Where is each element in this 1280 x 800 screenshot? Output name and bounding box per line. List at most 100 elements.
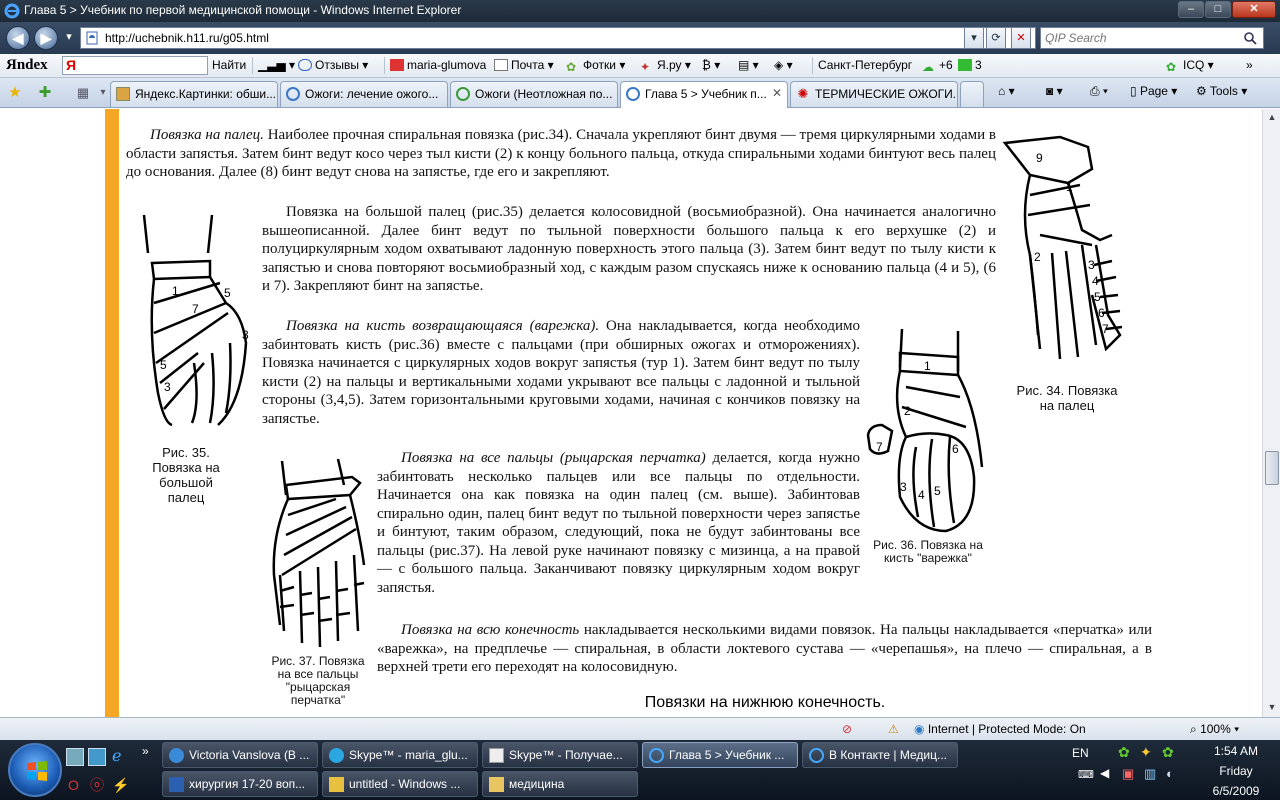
scroll-thumb[interactable] (1265, 451, 1279, 485)
icq-button[interactable]: ✿ ICQ ▾ (1166, 58, 1214, 74)
favorites-star-icon[interactable]: ★ (4, 83, 26, 103)
yandex-logo[interactable]: Яndex (6, 57, 48, 74)
reviews-button[interactable]: Отзывы ▾ (298, 58, 368, 72)
tray-network-icon[interactable]: ▣ (1122, 766, 1134, 782)
mail-button[interactable]: Почта ▾ (494, 58, 554, 72)
refresh-icon[interactable]: ⟳ (986, 27, 1006, 49)
print-icon[interactable]: ⎙ ▾ (1090, 84, 1108, 99)
traffic-button[interactable]: 3 (958, 58, 982, 72)
page-menu[interactable]: ▯ Page ▾ (1130, 84, 1177, 98)
browser-icon[interactable]: ⓞ (90, 776, 108, 794)
scroll-down-icon[interactable]: ▼ (1265, 699, 1279, 715)
switch-windows-icon[interactable] (88, 748, 106, 766)
user-button[interactable]: maria-glumova (390, 58, 486, 72)
tab-yandex-images[interactable]: Яндекс.Картинки: обши... (110, 81, 278, 107)
tab-close-icon[interactable]: ✕ (772, 86, 782, 100)
paragraph-heading: Повязка на палец. (150, 127, 264, 143)
address-bar[interactable]: http://uchebnik.h11.ru/g05.html (80, 27, 1036, 49)
windows-flag-icon (27, 761, 47, 781)
weather-button[interactable]: ☁ +6 (922, 58, 953, 74)
qip-tray-icon[interactable]: ✿ (1118, 744, 1130, 761)
address-row: ◀ ▶ ▾ http://uchebnik.h11.ru/g05.html ▾ … (0, 22, 1280, 54)
privacy-icon[interactable]: ⊘ (842, 722, 852, 736)
close-button[interactable]: ✕ (1232, 1, 1276, 18)
language-indicator[interactable]: EN (1072, 746, 1089, 760)
figure-label: 7 (192, 302, 199, 316)
tray-bluetooth-icon[interactable]: ▥ (1144, 766, 1156, 782)
yandex-search-input[interactable]: Я (62, 56, 208, 75)
show-desktop-icon[interactable] (66, 748, 84, 766)
maximize-button[interactable]: □ (1205, 1, 1231, 18)
tools-menu[interactable]: ⚙ Tools ▾ (1196, 84, 1247, 98)
history-dropdown-icon[interactable]: ▾ (62, 27, 76, 49)
app-icon[interactable]: ⚡ (112, 776, 130, 794)
figure-label: 7 (876, 440, 883, 454)
coin-icon[interactable]: ₿ ▾ (702, 58, 720, 72)
bookmark-icon[interactable]: ◈ ▾ (774, 58, 793, 72)
quicklaunch-more-icon[interactable]: » (142, 744, 160, 762)
search-icon[interactable] (1243, 31, 1257, 45)
minimize-button[interactable]: – (1178, 1, 1204, 18)
toolbar-options-icon[interactable]: » (1246, 58, 1253, 72)
icq-tray-icon[interactable]: ✿ (1162, 744, 1174, 761)
home-icon[interactable]: ⌂ ▾ (998, 84, 1015, 98)
quick-tabs-icon[interactable]: ▦ (72, 83, 94, 103)
volume-icon[interactable]: ◐ (1166, 766, 1174, 781)
protected-mode-icon[interactable]: ⚠ (888, 722, 899, 736)
back-button[interactable]: ◀ (6, 26, 30, 50)
tab-chapter-5[interactable]: Глава 5 > Учебник п... ✕ (620, 81, 788, 108)
tray-app-icon[interactable]: ✦ (1140, 744, 1152, 761)
yandex-find-button[interactable]: Найти (212, 58, 246, 72)
stop-icon[interactable]: ✕ (1011, 27, 1031, 49)
mail-label: Почта (511, 58, 545, 72)
tray-keyboard-icon[interactable]: ⌨ (1078, 768, 1094, 781)
figure-label: 3 (1088, 258, 1095, 272)
task-skype-2[interactable]: Skype™ - Получае... (482, 742, 638, 768)
tab-burns-emergency[interactable]: Ожоги (Неотложная по... (450, 81, 618, 107)
yaru-button[interactable]: ✦ Я.ру ▾ (640, 58, 691, 74)
start-button[interactable] (8, 743, 62, 797)
section-subtitle: Повязки на нижнюю конечность. (644, 694, 886, 711)
photos-label: Фотки (583, 58, 616, 72)
briefcase-icon[interactable]: ▤ ▾ (738, 58, 759, 72)
task-victoria[interactable]: Victoria Vanslova (В ... (162, 742, 318, 768)
clock[interactable]: 1:54 AM Friday 6/5/2009 (1196, 741, 1276, 800)
tray-expand-icon[interactable]: ◀ (1100, 766, 1109, 780)
tools-menu-label: Tools (1209, 84, 1238, 98)
tab-thermal-burns[interactable]: ✺ ТЕРМИЧЕСКИЕ ОЖОГИ... (790, 81, 958, 107)
city-label[interactable]: Санкт-Петербург (818, 58, 912, 72)
paragraph-finger-bandage: Повязка на палец. Наиболее прочная спира… (126, 126, 996, 182)
ie-quicklaunch-icon[interactable]: ℯ (112, 748, 130, 766)
task-surgery-doc[interactable]: хирургия 17-20 воп... (162, 771, 318, 797)
signal-icon[interactable]: ▁▃▅ ▾ (258, 58, 295, 72)
vertical-scrollbar[interactable]: ▲ ▼ (1262, 109, 1280, 717)
address-dropdown-icon[interactable]: ▾ (964, 27, 984, 49)
task-chapter-5[interactable]: Глава 5 > Учебник ... (642, 742, 798, 768)
scroll-up-icon[interactable]: ▲ (1265, 109, 1279, 125)
zoom-icon: ⌕ (1190, 722, 1197, 736)
weather-icon: ☁ (922, 60, 934, 74)
person-icon: ✦ (640, 60, 651, 74)
task-untitled[interactable]: untitled - Windows ... (322, 771, 478, 797)
new-tab-button[interactable] (960, 81, 984, 107)
photos-button[interactable]: ✿ Фотки ▾ (566, 58, 625, 74)
forward-button[interactable]: ▶ (34, 26, 58, 50)
task-vkontakte[interactable]: В Контакте | Медиц... (802, 742, 958, 768)
tab-label: Яндекс.Картинки: обши... (135, 87, 277, 101)
security-zone[interactable]: ◉ Internet | Protected Mode: On (914, 722, 1086, 736)
address-url[interactable]: http://uchebnik.h11.ru/g05.html (105, 31, 269, 45)
add-favorites-icon[interactable]: ✚ (34, 83, 56, 103)
user-label: maria-glumova (407, 58, 487, 72)
zoom-control[interactable]: ⌕ 100% ▾ (1190, 722, 1239, 737)
task-medicine-folder[interactable]: медицина (482, 771, 638, 797)
task-skype-1[interactable]: Skype™ - maria_glu... (322, 742, 478, 768)
figure-36-caption: Рис. 36. Повязка на кисть "варежка" (873, 538, 983, 565)
paragraph-mitten-bandage: Повязка на кисть возвращающаяся (варежка… (262, 317, 860, 428)
ie-logo-icon (4, 3, 20, 19)
tab-burns-treatment[interactable]: Ожоги: лечение ожого... (280, 81, 448, 107)
search-input[interactable] (1045, 29, 1235, 47)
opera-icon[interactable]: O (68, 776, 86, 794)
task-label: Victoria Vanslova (В ... (189, 748, 310, 762)
feeds-icon[interactable]: ◙ ▾ (1046, 84, 1063, 98)
search-box[interactable] (1040, 27, 1264, 49)
